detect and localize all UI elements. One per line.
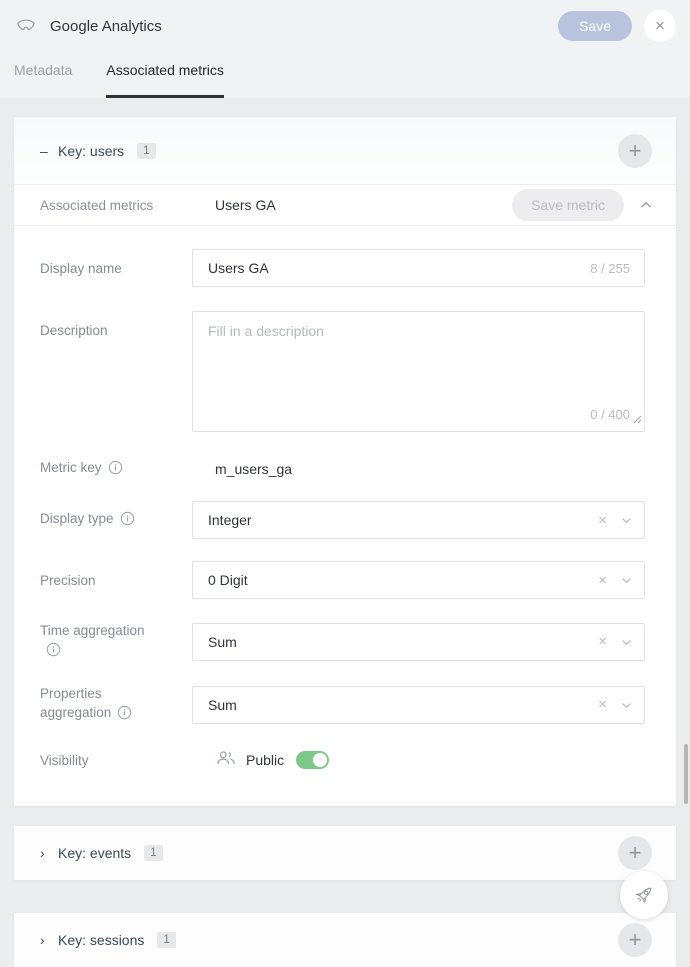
metric-name: Users GA [192,197,512,213]
main-content: – Key: users 1 + Associated metrics User… [0,98,690,967]
titlebar: Google Analytics Save × [0,0,690,52]
description-textarea[interactable] [193,312,644,431]
time-aggregation-row: Time aggregation Sum × [40,621,645,662]
tab-associated-metrics[interactable]: Associated metrics [106,52,223,98]
properties-aggregation-label: Properties aggregation [40,684,192,725]
chevron-right-icon[interactable]: › [40,845,56,861]
info-icon[interactable] [117,705,132,725]
display-name-row: Display name 8 / 255 [40,249,645,287]
chevron-down-icon[interactable] [621,633,632,651]
description-label: Description [40,311,192,340]
visibility-value: Public [246,752,284,768]
collapse-icon[interactable]: – [40,143,56,159]
key-sessions-card: › Key: sessions 1 + [14,913,676,967]
tab-metadata[interactable]: Metadata [14,52,72,98]
key-sessions-count-badge: 1 [157,932,175,948]
resize-handle[interactable] [633,411,642,429]
chevron-right-icon[interactable]: › [40,932,56,948]
chevron-down-icon[interactable] [621,696,632,714]
display-type-select[interactable]: Integer × [192,501,645,539]
precision-label: Precision [40,571,192,590]
description-row: Description 0 / 400 [40,311,645,432]
key-sessions-title: Key: sessions [58,932,144,948]
precision-row: Precision 0 Digit × [40,561,645,599]
info-icon[interactable] [108,460,123,480]
chevron-down-icon[interactable] [621,511,632,529]
display-name-label: Display name [40,259,192,278]
metric-key-row: Metric key m_users_ga [40,450,645,488]
time-aggregation-select[interactable]: Sum × [192,623,645,661]
description-field-wrap: 0 / 400 [192,311,645,432]
key-users-card: – Key: users 1 + Associated metrics User… [14,117,676,806]
add-metric-button[interactable]: + [618,134,652,168]
clear-icon[interactable]: × [598,633,607,650]
info-icon[interactable] [120,511,135,531]
clear-icon[interactable]: × [598,572,607,589]
add-metric-button[interactable]: + [618,836,652,870]
vertical-scrollbar-thumb[interactable] [684,744,688,804]
add-metric-button[interactable]: + [618,923,652,957]
visibility-toggle[interactable] [296,751,329,769]
key-sessions-header[interactable]: › Key: sessions 1 + [14,913,676,967]
chevron-down-icon[interactable] [621,571,632,589]
visibility-label: Visibility [40,751,192,770]
display-name-field-wrap: 8 / 255 [192,249,645,287]
save-metric-button[interactable]: Save metric [512,189,624,221]
clear-icon[interactable]: × [598,696,607,713]
key-users-title: Key: users [58,143,124,159]
metric-key-value: m_users_ga [192,461,645,477]
metric-key-label: Metric key [40,458,192,480]
precision-select[interactable]: 0 Digit × [192,561,645,599]
key-users-count-badge: 1 [137,143,155,159]
rocket-fab-button[interactable] [620,871,668,919]
tab-bar: Metadata Associated metrics [0,52,690,98]
people-icon [215,750,237,771]
key-events-count-badge: 1 [144,845,162,861]
description-counter: 0 / 400 [590,407,630,422]
associated-metrics-label: Associated metrics [40,198,192,213]
key-events-card: › Key: events 1 + [14,826,676,880]
associated-metric-row: Associated metrics Users GA Save metric [14,185,676,225]
chevron-up-icon[interactable] [640,201,652,209]
display-name-input[interactable] [193,250,644,286]
key-events-header[interactable]: › Key: events 1 + [14,826,676,880]
properties-aggregation-row: Properties aggregation Sum × [40,684,645,725]
time-aggregation-label: Time aggregation [40,621,192,662]
page-title: Google Analytics [50,18,162,35]
key-users-header[interactable]: – Key: users 1 + [14,117,676,184]
key-events-title: Key: events [58,845,131,861]
clear-icon[interactable]: × [598,512,607,529]
display-name-counter: 8 / 255 [590,261,630,276]
display-type-label: Display type [40,509,192,531]
window-header: Google Analytics Save × Metadata Associa… [0,0,690,98]
connector-logo-icon [14,14,38,38]
info-icon[interactable] [46,642,61,662]
close-button[interactable]: × [644,10,676,42]
properties-aggregation-select[interactable]: Sum × [192,686,645,724]
save-button[interactable]: Save [558,11,632,41]
display-type-row: Display type Integer × [40,501,645,539]
visibility-row: Visibility Public [40,741,645,779]
metric-form: Display name 8 / 255 Description 0 / 400 [14,226,676,806]
